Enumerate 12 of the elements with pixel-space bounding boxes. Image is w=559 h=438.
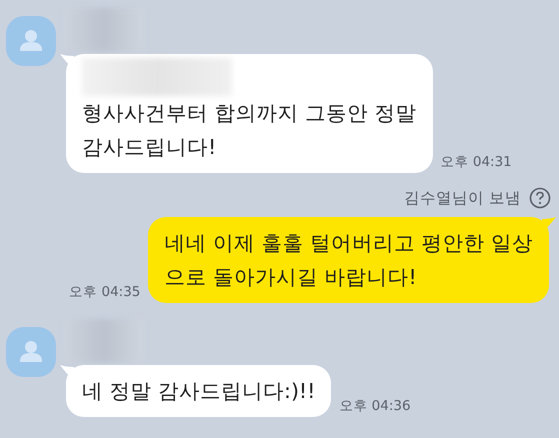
message-text: 으로 돌아가시길 바랍니다! <box>164 264 418 291</box>
avatar-icon[interactable] <box>6 327 56 377</box>
message-time: 오후 04:36 <box>339 397 411 416</box>
message-text: 네네 이제 훌훌 털어버리고 평안한 일상 <box>164 230 533 257</box>
message-text: 감사드립니다! <box>82 134 218 161</box>
sender-note: 김수열님이 보냄 <box>404 188 521 208</box>
message-text: 형사사건부터 합의까지 그동안 정말 <box>82 100 417 127</box>
help-icon[interactable] <box>529 187 551 209</box>
message-time: 오후 04:31 <box>440 153 512 172</box>
message-text: 네 정말 감사드립니다:)!! <box>82 378 316 405</box>
avatar-icon[interactable] <box>6 16 56 66</box>
message-time: 오후 04:35 <box>69 283 140 302</box>
